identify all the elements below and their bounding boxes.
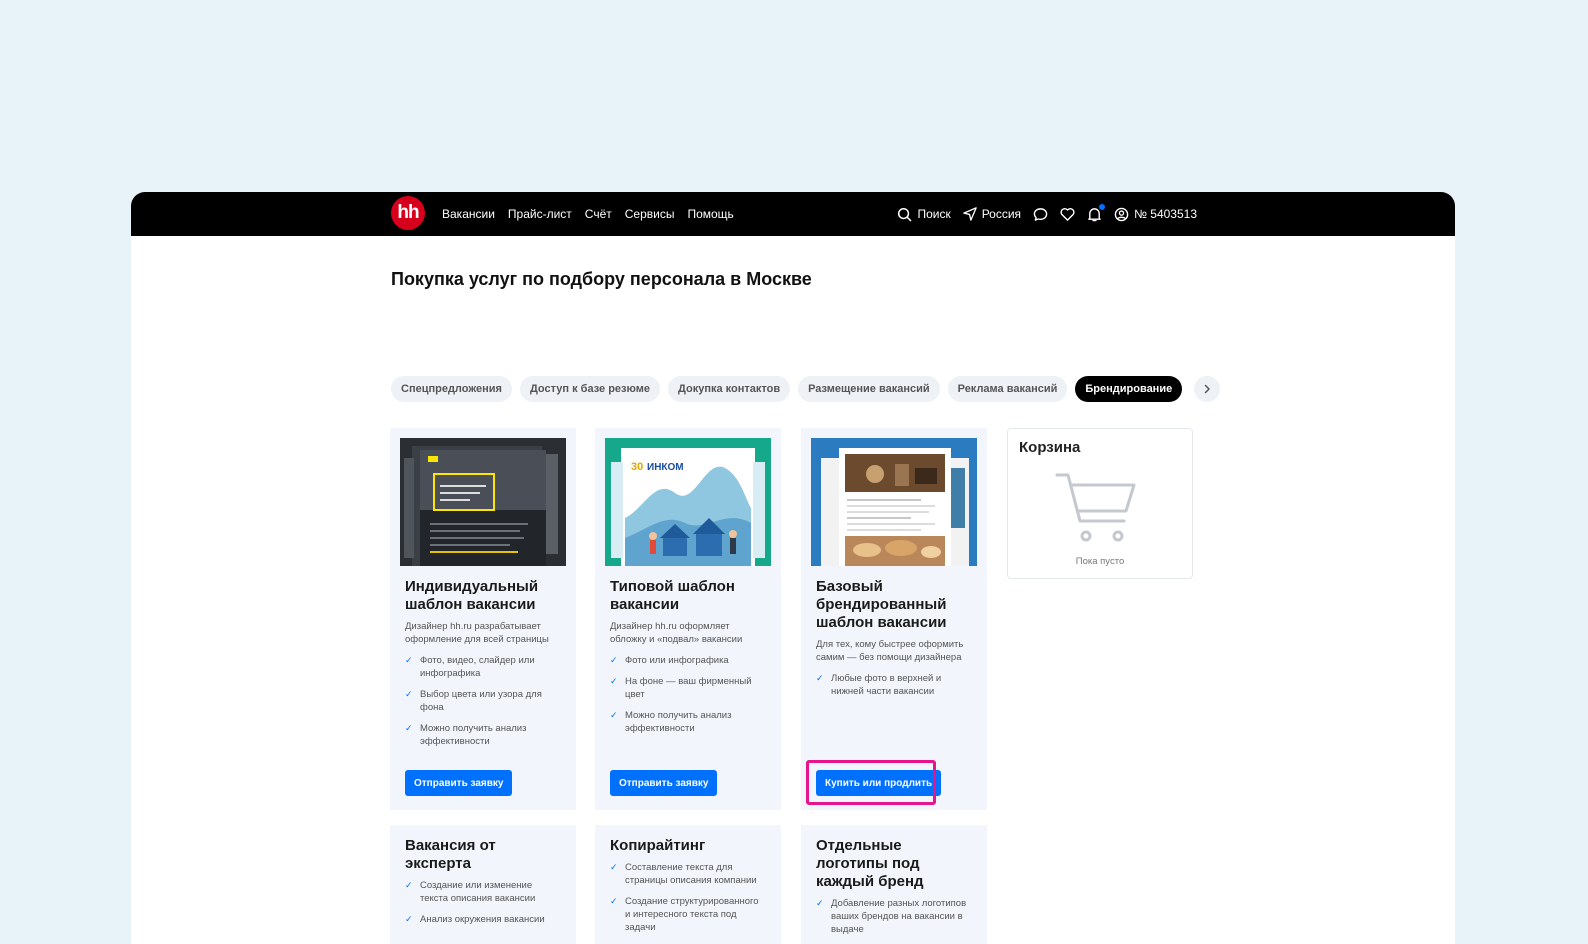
logo-text: hh bbox=[397, 202, 419, 223]
tab-extra-contacts[interactable]: Докупка контактов bbox=[668, 376, 791, 402]
card-description: Дизайнер hh.ru разрабатывает оформление … bbox=[405, 621, 549, 645]
feature-list: Добавление разных логотипов ваших брендо… bbox=[816, 897, 972, 936]
nav-invoice[interactable]: Счёт bbox=[585, 207, 612, 221]
user-icon bbox=[1114, 207, 1129, 221]
nav-help[interactable]: Помощь bbox=[687, 207, 733, 221]
header-actions: Поиск Россия № 5403513 bbox=[897, 192, 1197, 236]
shopping-cart-icon bbox=[1055, 473, 1136, 542]
feature-list: Фото или инфографика На фоне — ваш фирме… bbox=[610, 654, 766, 735]
feature-list: Создание или изменение текста описания в… bbox=[405, 879, 561, 926]
feature-item: Можно получить анализ эффективности bbox=[405, 722, 561, 748]
feature-item: Выбор цвета или узора для фона bbox=[405, 688, 561, 714]
feature-item: На фоне — ваш фирменный цвет bbox=[610, 675, 766, 701]
product-card: Копирайтинг Составление текста для стран… bbox=[595, 825, 781, 944]
card-image-basic-branded-template bbox=[811, 438, 977, 566]
cart-empty-text: Пока пусто bbox=[1075, 556, 1125, 567]
browser-frame: hh Вакансии Прайс-лист Счёт Сервисы Помо… bbox=[131, 192, 1455, 944]
feature-item: Создание структурированного и интересног… bbox=[610, 895, 766, 934]
chat-icon bbox=[1033, 207, 1048, 221]
main-nav: Вакансии Прайс-лист Счёт Сервисы Помощь bbox=[442, 192, 734, 236]
card-image-standard-template: 30 ИНКОМ bbox=[605, 438, 771, 566]
feature-item: Добавление разных логотипов ваших брендо… bbox=[816, 897, 972, 936]
tab-vacancy-posting[interactable]: Размещение вакансий bbox=[798, 376, 940, 402]
notification-badge bbox=[1098, 202, 1107, 211]
card-image-individual-template bbox=[400, 438, 566, 566]
card-description: Дизайнер hh.ru оформляет обложку и «подв… bbox=[610, 621, 743, 645]
send-request-button[interactable]: Отправить заявку bbox=[405, 770, 513, 796]
category-tabs: Спецпредложения Доступ к базе резюме Док… bbox=[391, 376, 1221, 402]
location-arrow-icon bbox=[962, 207, 977, 221]
notifications-button[interactable] bbox=[1087, 202, 1107, 222]
feature-item: Создание или изменение текста описания в… bbox=[405, 879, 561, 905]
cart-title: Корзина bbox=[1019, 439, 1081, 456]
card-title: Отдельные логотипы под каждый бренд bbox=[816, 837, 924, 890]
feature-item: Любые фото в верхней и нижней части вака… bbox=[816, 672, 972, 698]
nav-price-list[interactable]: Прайс-лист bbox=[508, 207, 572, 221]
tab-resume-database[interactable]: Доступ к базе резюме bbox=[519, 376, 661, 402]
chevron-right-icon bbox=[1204, 384, 1210, 394]
feature-list: Фото, видео, слайдер или инфографика Выб… bbox=[405, 654, 561, 748]
feature-item: Фото, видео, слайдер или инфографика bbox=[405, 654, 561, 680]
search-label: Поиск bbox=[917, 207, 951, 221]
nav-vacancies[interactable]: Вакансии bbox=[442, 207, 495, 221]
card-title: Типовой шаблон вакансии bbox=[610, 578, 735, 613]
feature-list: Составление текста для страницы описания… bbox=[610, 861, 766, 934]
card-title: Индивидуальный шаблон вакансии bbox=[405, 578, 539, 613]
feature-item: Анализ окружения вакансии bbox=[405, 913, 561, 926]
favorites-button[interactable] bbox=[1060, 207, 1075, 222]
cart-panel: Корзина Пока пусто bbox=[1007, 428, 1193, 579]
search-icon bbox=[898, 207, 912, 221]
product-card: Индивидуальный шаблон вакансии Дизайнер … bbox=[390, 428, 576, 810]
svg-text:ИНКОМ: ИНКОМ bbox=[647, 462, 684, 473]
page-title: Покупка услуг по подбору персонала в Мос… bbox=[391, 269, 812, 289]
highlight-box bbox=[806, 760, 936, 805]
chat-button[interactable] bbox=[1033, 207, 1048, 222]
tab-vacancy-ads[interactable]: Реклама вакансий bbox=[947, 376, 1068, 402]
feature-item: Фото или инфографика bbox=[610, 654, 766, 667]
send-request-button[interactable]: Отправить заявку bbox=[610, 770, 718, 796]
top-navigation-bar: hh Вакансии Прайс-лист Счёт Сервисы Помо… bbox=[131, 192, 1455, 236]
region-button[interactable]: Россия bbox=[962, 207, 1022, 221]
product-card: Отдельные логотипы под каждый бренд Доба… bbox=[801, 825, 987, 944]
product-card: 30 ИНКОМ Типовой шаблон вакансии Дизайне… bbox=[595, 428, 781, 810]
card-title: Вакансия от эксперта bbox=[405, 837, 496, 872]
hh-logo[interactable]: hh bbox=[391, 196, 425, 230]
product-card: Базовый брендированный шаблон вакансии Д… bbox=[801, 428, 987, 810]
card-title: Базовый брендированный шаблон вакансии bbox=[816, 578, 947, 631]
feature-item: Составление текста для страницы описания… bbox=[610, 861, 766, 887]
tab-special-offers[interactable]: Спецпредложения bbox=[391, 376, 512, 402]
search-button[interactable]: Поиск bbox=[897, 207, 951, 222]
region-label: Россия bbox=[981, 207, 1022, 221]
heart-icon bbox=[1060, 207, 1075, 221]
feature-list: Любые фото в верхней и нижней части вака… bbox=[816, 672, 972, 698]
tab-branding[interactable]: Брендирование bbox=[1075, 376, 1183, 402]
card-description: Для тех, кому быстрее оформить самим — б… bbox=[816, 639, 964, 663]
feature-item: Можно получить анализ эффективности bbox=[610, 709, 766, 735]
tabs-scroll-right-button[interactable] bbox=[1194, 376, 1221, 402]
nav-services[interactable]: Сервисы bbox=[625, 207, 675, 221]
card-title: Копирайтинг bbox=[610, 837, 706, 854]
svg-text:30: 30 bbox=[631, 461, 643, 473]
account-button[interactable]: № 5403513 bbox=[1114, 207, 1197, 222]
product-card: Вакансия от эксперта Создание или измене… bbox=[390, 825, 576, 944]
account-number: № 5403513 bbox=[1134, 207, 1197, 221]
